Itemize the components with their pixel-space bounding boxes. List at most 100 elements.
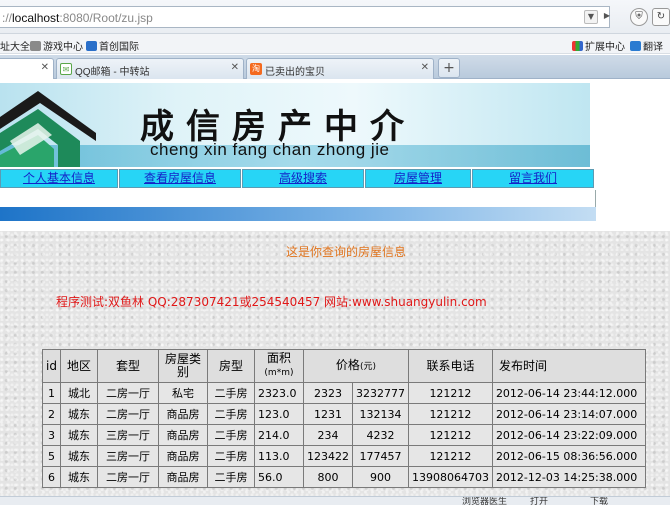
refresh-icon[interactable]: ↻ — [652, 8, 670, 26]
nav-spacer — [0, 190, 596, 208]
cell-unit-price: 123422 — [303, 446, 352, 466]
translate-button[interactable]: 翻译 — [630, 38, 663, 53]
cell-district: 城东 — [60, 467, 97, 487]
cell-house-type: 二手房 — [207, 383, 254, 403]
new-tab-button[interactable]: + — [438, 58, 460, 78]
nav-leave-message[interactable]: 留言我们 — [472, 169, 594, 188]
cell-phone: 121212 — [408, 404, 492, 424]
close-icon[interactable]: ✕ — [231, 62, 239, 73]
table-row: 1 城北 二房一厅 私宅 二手房 2323.0 2323 3232777 121212 2012-… — [43, 383, 645, 403]
close-icon[interactable]: ✕ — [421, 62, 429, 73]
cell-layout: 三房一厅 — [97, 446, 158, 466]
download-button[interactable]: 下载 — [590, 497, 608, 505]
cell-area: 56.0 — [254, 467, 303, 487]
credit-text: 程序测试:双鱼林 QQ:287307421或254540457 网站:www.s… — [56, 295, 487, 309]
tab-current[interactable]: ✕ — [0, 58, 54, 80]
site-icon — [86, 41, 97, 51]
tab-label: 已卖出的宝贝 — [265, 67, 325, 78]
open-button[interactable]: 打开 — [530, 497, 548, 505]
cell-id: 1 — [43, 383, 60, 403]
table-row: 2 城东 二房一厅 商品房 二手房 123.0 1231 132134 121212 2012-0… — [43, 404, 645, 424]
cell-unit-price: 800 — [303, 467, 352, 487]
nav-bottom-bar — [0, 207, 596, 221]
browser-doctor-button[interactable]: 浏览器医生 — [462, 497, 507, 505]
cell-time: 2012-06-14 23:22:09.000 — [492, 425, 645, 445]
cell-house-class: 商品房 — [158, 425, 207, 445]
cell-unit-price: 2323 — [303, 383, 352, 403]
favorites-bar: 址大全 游戏中心 首创国际 扩展中心 翻译 — [0, 34, 670, 54]
tab-bar: ✕ ✉ QQ邮箱 - 中转站 ✕ 淘 已卖出的宝贝 ✕ + — [0, 55, 670, 80]
nav-house-management[interactable]: 房屋管理 — [365, 169, 471, 188]
header-area: 面积 (m*m) — [254, 350, 303, 382]
tab-qq-mail[interactable]: ✉ QQ邮箱 - 中转站 ✕ — [56, 58, 244, 79]
qq-mail-icon: ✉ — [60, 63, 72, 75]
extension-center-button[interactable]: 扩展中心 — [572, 38, 625, 53]
house-logo-icon — [0, 91, 96, 167]
cell-total-price: 132134 — [352, 404, 408, 424]
main-nav: 个人基本信息 查看房屋信息 高级搜索 房屋管理 留言我们 — [0, 169, 596, 189]
tab-label: QQ邮箱 - 中转站 — [75, 67, 150, 78]
favorite-item-shouchuang[interactable]: 首创国际 — [86, 38, 139, 53]
site-banner: 成信房产中介 cheng xin fang chan zhong jie — [0, 83, 590, 167]
cell-unit-price: 1231 — [303, 404, 352, 424]
nav-view-houses[interactable]: 查看房屋信息 — [119, 169, 241, 188]
status-bar: 浏览器医生 打开 下载 — [0, 496, 670, 505]
table-row: 6 城东 二房一厅 商品房 二手房 56.0 800 900 13908064703 2012-1… — [43, 467, 645, 487]
house-table: id 地区 套型 房屋类别 房型 面积 (m*m) 价格(元) 联系电话 发布时间… — [42, 349, 646, 488]
cell-area: 214.0 — [254, 425, 303, 445]
address-input[interactable]: ://localhost:8080/Root/zu.jsp ▼ ▶ — [0, 6, 610, 28]
cell-district: 城东 — [60, 404, 97, 424]
cell-unit-price: 234 — [303, 425, 352, 445]
taobao-icon: 淘 — [250, 63, 262, 75]
close-icon[interactable]: ✕ — [41, 62, 49, 73]
table-header-row: id 地区 套型 房屋类别 房型 面积 (m*m) 价格(元) 联系电话 发布时间 — [43, 350, 645, 382]
dropdown-icon[interactable]: ▼ — [584, 10, 598, 24]
cell-id: 6 — [43, 467, 60, 487]
cell-house-type: 二手房 — [207, 404, 254, 424]
cell-house-class: 商品房 — [158, 467, 207, 487]
cell-layout: 二房一厅 — [97, 404, 158, 424]
cell-layout: 三房一厅 — [97, 425, 158, 445]
header-phone: 联系电话 — [408, 350, 492, 382]
cell-house-class: 商品房 — [158, 404, 207, 424]
cell-layout: 二房一厅 — [97, 467, 158, 487]
favorite-item-sites[interactable]: 址大全 — [0, 38, 30, 53]
cell-time: 2012-06-14 23:14:07.000 — [492, 404, 645, 424]
favorite-item-games[interactable]: 游戏中心 — [30, 38, 83, 53]
header-id: id — [43, 350, 60, 382]
result-title: 这是你查询的房屋信息 — [286, 245, 407, 259]
cell-total-price: 3232777 — [352, 383, 408, 403]
cell-house-class: 商品房 — [158, 446, 207, 466]
cell-total-price: 4232 — [352, 425, 408, 445]
translate-icon — [630, 41, 641, 51]
header-house-class: 房屋类别 — [158, 350, 207, 382]
cell-district: 城东 — [60, 425, 97, 445]
nav-personal-info[interactable]: 个人基本信息 — [0, 169, 118, 188]
cell-id: 2 — [43, 404, 60, 424]
shield-icon[interactable]: ⛨ — [630, 8, 648, 26]
go-icon[interactable]: ▶ — [600, 10, 614, 24]
cell-house-type: 二手房 — [207, 467, 254, 487]
cell-area: 113.0 — [254, 446, 303, 466]
cell-total-price: 900 — [352, 467, 408, 487]
cell-phone: 121212 — [408, 383, 492, 403]
cell-district: 城东 — [60, 446, 97, 466]
address-text: ://localhost:8080/Root/zu.jsp — [2, 11, 153, 25]
cell-time: 2012-06-14 23:44:12.000 — [492, 383, 645, 403]
cell-id: 3 — [43, 425, 60, 445]
cell-time: 2012-06-15 08:36:56.000 — [492, 446, 645, 466]
cell-time: 2012-12-03 14:25:38.000 — [492, 467, 645, 487]
tab-sold-items[interactable]: 淘 已卖出的宝贝 ✕ — [246, 58, 434, 79]
header-time: 发布时间 — [492, 350, 645, 382]
header-house-type: 房型 — [207, 350, 254, 382]
cell-district: 城北 — [60, 383, 97, 403]
cell-phone: 121212 — [408, 446, 492, 466]
nav-advanced-search[interactable]: 高级搜索 — [242, 169, 364, 188]
cell-phone: 13908064703 — [408, 467, 492, 487]
page-content: 成信房产中介 cheng xin fang chan zhong jie 个人基… — [0, 79, 670, 505]
header-price: 价格(元) — [303, 350, 408, 382]
cell-house-type: 二手房 — [207, 446, 254, 466]
table-row: 3 城东 三房一厅 商品房 二手房 214.0 234 4232 121212 2012-06-1… — [43, 425, 645, 445]
cell-id: 5 — [43, 446, 60, 466]
header-layout: 套型 — [97, 350, 158, 382]
